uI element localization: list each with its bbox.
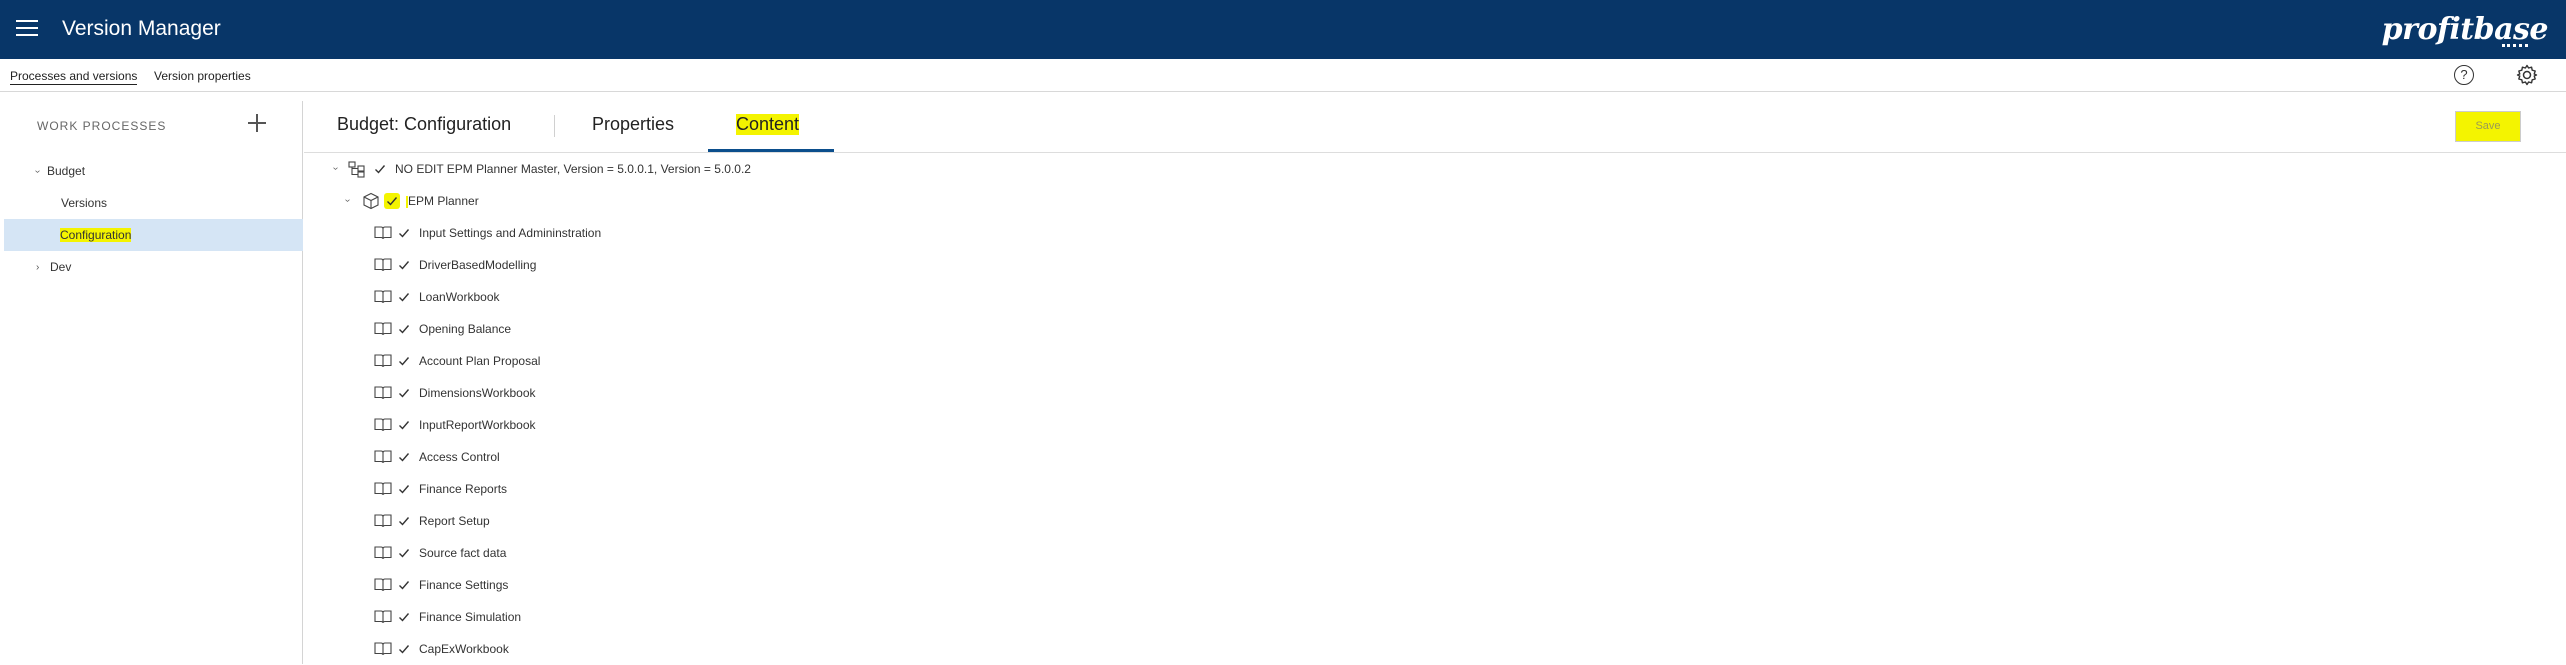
workbook-label: Opening Balance — [419, 322, 512, 336]
package-icon — [362, 192, 380, 210]
model-hierarchy-icon — [348, 161, 366, 178]
sidebar-item-configuration[interactable]: Configuration — [4, 219, 303, 251]
workbook-icon — [374, 258, 392, 272]
app-header: Version Manager profitbase — [0, 0, 2566, 59]
workbook-icon — [374, 322, 392, 336]
sidebar-item-versions[interactable]: Versions — [4, 187, 303, 219]
workbook-row: Access Control — [304, 441, 1504, 473]
workbook-checkbox-icon[interactable] — [396, 577, 412, 593]
brand-logo: profitbase — [2381, 12, 2549, 47]
help-icon[interactable]: ? — [2454, 65, 2474, 85]
workbook-checkbox-icon[interactable] — [396, 609, 412, 625]
workbook-checkbox-icon[interactable] — [396, 321, 412, 337]
workbook-row: LoanWorkbook — [304, 281, 1504, 313]
workbook-checkbox-icon[interactable] — [396, 449, 412, 465]
workbook-icon — [374, 482, 392, 496]
workbook-label: Finance Simulation — [419, 610, 522, 624]
sidebar-item-label: Budget — [47, 164, 86, 178]
chevron-down-icon[interactable]: › — [342, 199, 353, 202]
workbook-row: DriverBasedModelling — [304, 249, 1504, 281]
workbook-label: Finance Reports — [419, 482, 508, 496]
workbook-checkbox-icon[interactable] — [396, 481, 412, 497]
sidebar-item-label: Configuration — [60, 228, 132, 242]
tab-properties[interactable]: Properties — [592, 114, 674, 135]
sub-navigation: Processes and versions Version propertie… — [0, 59, 2566, 92]
subnav-processes-and-versions[interactable]: Processes and versions — [10, 69, 138, 85]
workbook-icon — [374, 354, 392, 368]
workbook-checkbox-icon[interactable] — [396, 385, 412, 401]
sidebar-item-label: Dev — [50, 260, 72, 274]
app-title: Version Manager — [62, 17, 221, 40]
workbook-label: Source fact data — [419, 546, 507, 560]
workbook-checkbox-icon[interactable] — [396, 225, 412, 241]
gear-icon[interactable] — [2515, 63, 2539, 87]
tab-divider — [554, 115, 555, 137]
chevron-down-icon[interactable]: › — [330, 167, 341, 170]
workbook-icon — [374, 290, 392, 304]
workbook-icon — [374, 514, 392, 528]
workbook-row: Input Settings and Admininstration — [304, 217, 1504, 249]
active-tab-indicator — [708, 149, 834, 152]
add-work-process-icon[interactable] — [247, 113, 267, 133]
workbook-row: DimensionsWorkbook — [304, 377, 1504, 409]
workbook-label: DimensionsWorkbook — [419, 386, 536, 400]
package-checkbox-icon[interactable] — [384, 193, 400, 209]
workbook-row: Finance Reports — [304, 473, 1504, 505]
chevron-down-icon[interactable]: › — [32, 170, 43, 173]
hamburger-menu-icon[interactable] — [16, 20, 38, 38]
workbook-label: LoanWorkbook — [419, 290, 500, 304]
workbook-label: Access Control — [419, 450, 500, 464]
root-label: NO EDIT EPM Planner Master, Version = 5.… — [395, 162, 751, 176]
workbook-icon — [374, 578, 392, 592]
brand-logo-dots — [2502, 44, 2528, 47]
sidebar-heading: WORK PROCESSES — [37, 119, 167, 133]
workbook-row: Report Setup — [304, 505, 1504, 537]
workbook-label: Input Settings and Admininstration — [419, 226, 602, 240]
workbook-checkbox-icon[interactable] — [396, 513, 412, 529]
workbook-row: InputReportWorkbook — [304, 409, 1504, 441]
workbook-row: Account Plan Proposal — [304, 345, 1504, 377]
sidebar-item-budget[interactable]: › Budget — [4, 155, 303, 187]
workbook-row: Source fact data — [304, 537, 1504, 569]
save-button[interactable]: Save — [2455, 111, 2521, 142]
package-label-text: EPM Planner — [408, 194, 479, 208]
workbook-row: Opening Balance — [304, 313, 1504, 345]
root-checkbox-icon[interactable] — [372, 161, 388, 177]
main-panel: Budget: Configuration Properties Content… — [304, 101, 2566, 664]
workbook-icon — [374, 450, 392, 464]
workbook-checkbox-icon[interactable] — [396, 417, 412, 433]
workbook-row: Finance Settings — [304, 569, 1504, 601]
workbook-icon — [374, 418, 392, 432]
workbook-checkbox-icon[interactable] — [396, 353, 412, 369]
workbook-checkbox-icon[interactable] — [396, 641, 412, 657]
chevron-right-icon[interactable]: › — [36, 262, 39, 273]
workbook-icon — [374, 546, 392, 560]
sidebar-item-dev[interactable]: › Dev — [4, 251, 303, 283]
workbook-icon — [374, 610, 392, 624]
workbook-label: Finance Settings — [419, 578, 509, 592]
page-title: Budget: Configuration — [337, 114, 512, 134]
workbook-label: Report Setup — [419, 514, 490, 528]
workbook-row: CapExWorkbook — [304, 633, 1504, 665]
tree-row-root: › NO EDIT EPM Planner Master, Version = … — [304, 153, 1504, 185]
workbook-label: InputReportWorkbook — [419, 418, 536, 432]
package-label: EPM Planner — [406, 194, 479, 208]
tab-content[interactable]: Content — [736, 114, 800, 135]
workbook-icon — [374, 642, 392, 656]
workbook-label: DriverBasedModelling — [419, 258, 537, 272]
workbook-icon — [374, 386, 392, 400]
workbook-icon — [374, 226, 392, 240]
workbook-label: Account Plan Proposal — [419, 354, 541, 368]
tabs-bar: Budget: Configuration Properties Content… — [304, 101, 2566, 153]
subnav-version-properties[interactable]: Version properties — [154, 69, 251, 83]
workbook-label: CapExWorkbook — [419, 642, 509, 656]
workbook-checkbox-icon[interactable] — [396, 257, 412, 273]
work-processes-sidebar: WORK PROCESSES › Budget Versions Configu… — [4, 101, 303, 664]
workbook-checkbox-icon[interactable] — [396, 545, 412, 561]
workbook-row: Finance Simulation — [304, 601, 1504, 633]
sidebar-item-label: Versions — [61, 196, 108, 210]
workbook-checkbox-icon[interactable] — [396, 289, 412, 305]
tree-row-package: › EPM Planner — [304, 185, 1504, 217]
